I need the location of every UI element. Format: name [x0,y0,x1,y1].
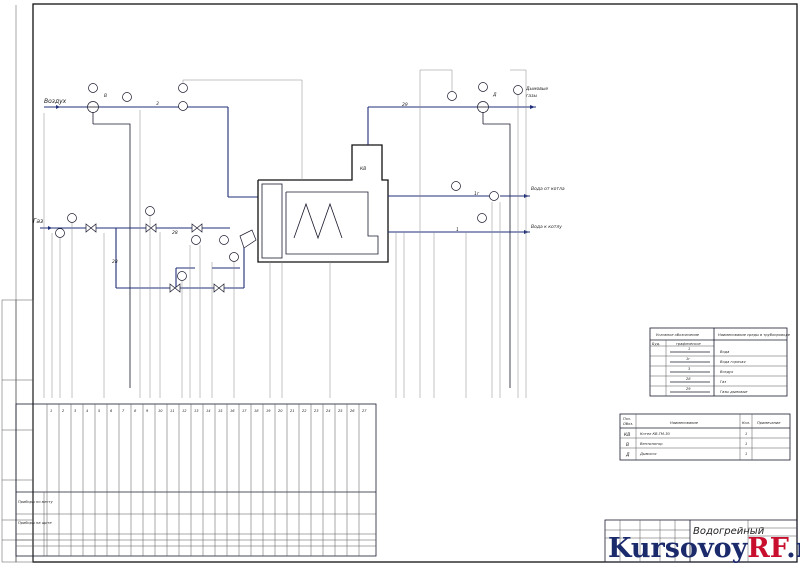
spec-header-name: Наименование [670,421,699,425]
return-water-code: 1 [456,227,459,233]
air-line: Воздух 3 [44,98,258,198]
instrument-column-number: 26 [350,409,355,413]
watermark-left: Kursovoy [608,533,749,564]
hot-water-code: 1г [474,191,480,197]
legend-sub-graphic: графическое [676,342,701,346]
legend-row-3-code: 3 [688,367,691,371]
gas-valves [85,223,225,293]
instrument-column-number: 23 [314,409,319,413]
legend-header-left: Условное обозначение [656,333,700,337]
instrument-column-number: 8 [134,409,137,413]
instrument-column-number: 7 [122,409,125,413]
legend-header-right: Наименование среды в трубопроводе [718,333,791,337]
instrument-column-number: 25 [338,409,343,413]
instrument-column-number: 15 [218,409,223,413]
instrument-bubbles [55,82,523,281]
legend-row-5-name: Газы дымовые [720,390,748,394]
legend-row-3-name: Воздух [720,370,734,374]
instrument-column-number: 6 [110,409,113,413]
instrument-column-number: 21 [290,409,295,413]
spec-row-3-pos: Д [625,452,630,458]
water-from-boiler-label: Вода от котла [531,186,565,192]
legend-row-1-code: 1 [688,347,690,351]
boiler-tag: КВ [360,166,366,172]
spec-row-2-name: Вентилятор [640,442,663,446]
air-line-code: 3 [156,101,159,107]
flue-gas-line: 29 Дымовые газы [367,86,548,145]
instrument-column-number: 11 [170,409,175,413]
legend-row-1-name: Вода [720,350,729,354]
instrument-column-number: 1 [50,409,52,413]
gas-line-code-1: 28 [172,230,178,236]
spec-row-2-pos: В [626,442,629,448]
instrument-column-number: 20 [278,409,283,413]
row-label-local: Приборы по месту [18,500,54,504]
watermark-right: RF [747,533,788,564]
gas-line: Газ 28 28 [33,218,245,289]
spec-row-1-name: Котел КВ-ГМ-30 [640,432,670,436]
legend-table: Условное обозначение Наименование среды … [649,327,791,397]
legend-sub-code: Буд. [652,342,660,346]
legend-row-2-name: Вода горячая [720,360,746,364]
instrument-column-number: 2 [62,409,65,413]
instrument-column-number: 5 [98,409,101,413]
watermark: KursovoyRF.ru [608,533,800,564]
legend-row-4-name: Газ [720,380,726,384]
row-label-panel: Приборы на щите [18,521,53,525]
gas-inlet-label: Газ [33,218,43,225]
schematic-sheet: Воздух 3 В Газ 28 28 КВ 29 Дымовые газы … [1,3,800,564]
instrument-column-number: 17 [242,409,247,413]
burner [239,229,257,249]
instrument-column-number: 27 [362,409,367,413]
spec-header-pos-2: Обоз. [623,422,633,426]
spec-header-pos: Поз. [623,417,631,421]
instrument-column-number: 22 [302,409,307,413]
instrument-column-number: 12 [182,409,187,413]
instrument-column-number: 24 [326,409,331,413]
legend-row-4-code: 28 [686,377,691,381]
instrument-column-number: 19 [266,409,271,413]
fan-blower: В [87,93,107,113]
spec-row-2-qty: 1 [745,442,747,446]
return-water-line: 1 Вода к котлу [388,224,562,234]
specification-table: Поз. Обоз. Наименование Кол. Примечание … [619,413,791,461]
instrument-columns: 1 2 3 4 5 6 7 8 9 10 11 12 13 14 15 16 17 18 19 20 21 22 23 24 2… [46,404,367,556]
instrument-column-number: 4 [86,409,89,413]
spec-header-note: Примечание [757,421,781,425]
exhauster: Д [477,92,497,113]
instrument-column-number: 16 [230,409,235,413]
air-inlet-label: Воздух [44,98,67,105]
hot-water-line: 1г Вода от котла [388,186,565,198]
spec-header-qty: Кол. [742,421,750,425]
gas-line-code-2: 28 [112,259,118,265]
spec-row-1-qty: 1 [745,432,747,436]
spec-row-3-qty: 1 [745,452,747,456]
instrument-column-number: 3 [74,409,77,413]
instrument-column-number: 10 [158,409,163,413]
instrument-column-number: 9 [146,409,149,413]
flue-gas-label-2: газы [526,94,538,99]
exhauster-tag: Д [492,92,497,98]
legend-row-2-code: 1г [686,357,690,361]
flue-line-code: 29 [402,102,408,108]
legend-row-5-code: 29 [686,387,691,391]
boiler-kv: КВ [257,144,389,263]
flue-gas-label-1: Дымовые [525,86,548,92]
instrument-table: Приборы по месту Приборы на щите [15,403,377,557]
instrument-column-number: 14 [206,409,211,413]
svg-text:KursovoyRF.ru: KursovoyRF.ru [608,533,800,564]
water-to-boiler-label: Вода к котлу [531,224,562,230]
instrument-column-number: 18 [254,409,259,413]
watermark-suffix: .ru [786,533,800,564]
spec-row-3-name: Дымосос [639,452,657,456]
spec-row-1-pos: КВ [624,432,630,438]
drawing-frame [32,3,798,563]
instrument-column-number: 13 [194,409,199,413]
fan-tag: В [104,93,107,99]
